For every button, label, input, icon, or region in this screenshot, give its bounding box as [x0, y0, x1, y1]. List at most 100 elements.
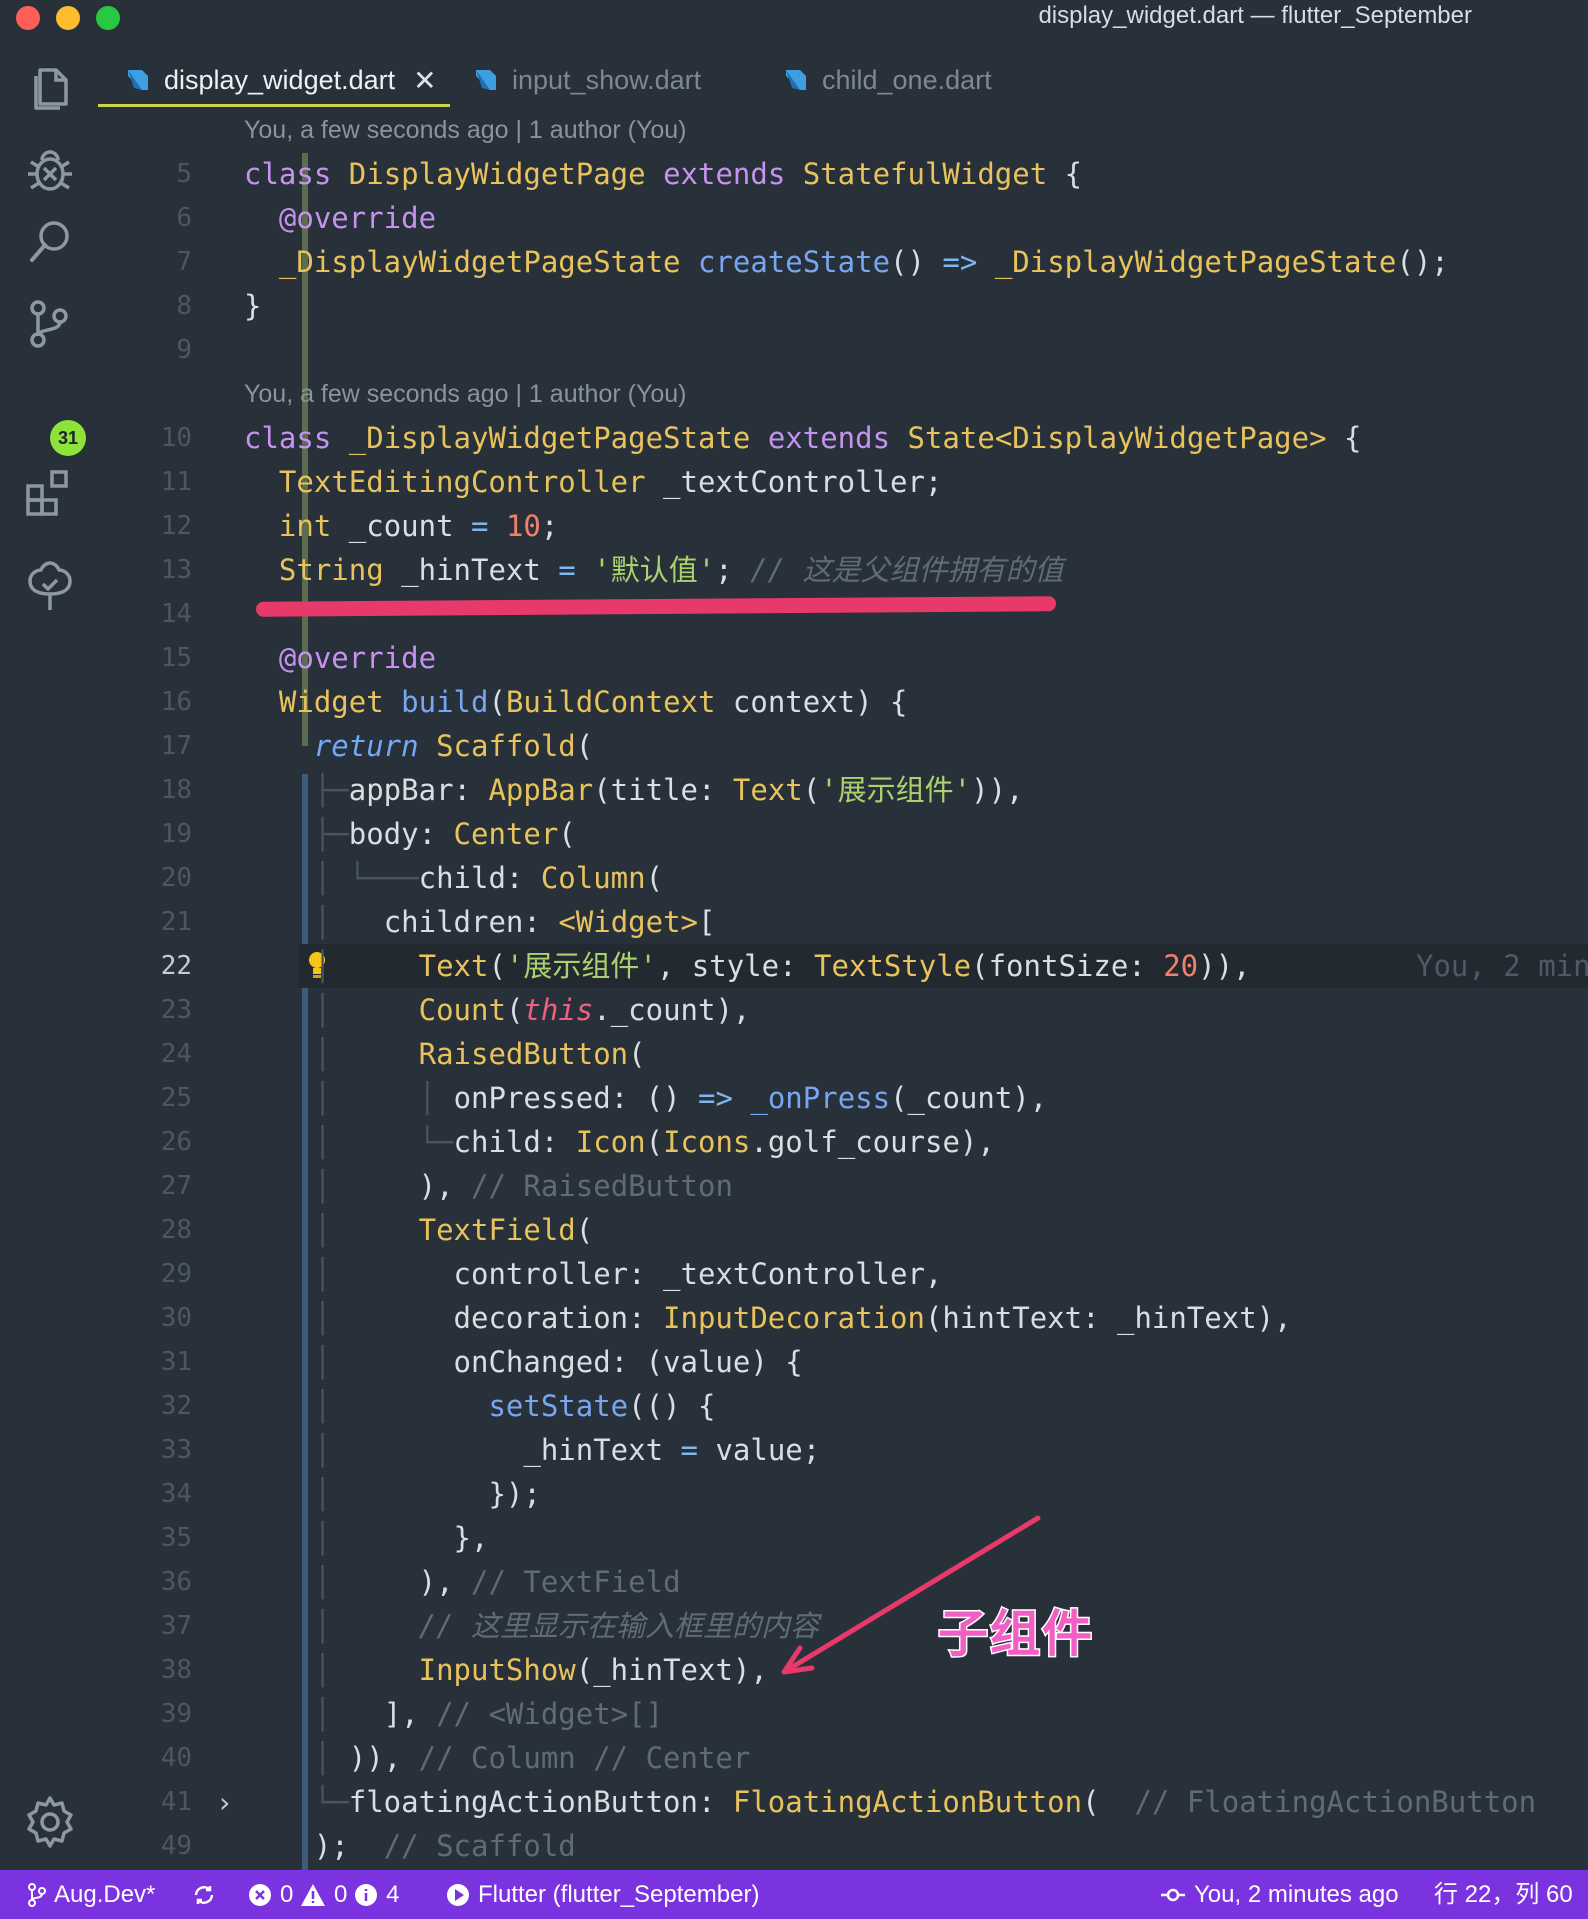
error-icon [249, 1883, 271, 1906]
dart-file-icon [128, 70, 148, 90]
code-line: 17 return Scaffold( [98, 724, 1588, 768]
codelens-blame[interactable]: You, a few seconds ago | 1 author (You) [244, 380, 686, 409]
token: │ [313, 1037, 332, 1071]
token: return [313, 729, 419, 763]
tab-display-widget[interactable]: display_widget.dart ✕ [124, 54, 437, 106]
token: │ [313, 1257, 332, 1291]
title-bar: display_widget.dart — flutter_September [0, 0, 1588, 34]
git-blame-status[interactable]: You, 2 minutes ago [1160, 1870, 1399, 1919]
token: _DisplayWidgetPageState [278, 245, 681, 279]
line-number: 36 [160, 1567, 192, 1597]
token: ; [715, 553, 751, 587]
tab-input-show[interactable]: input_show.dart [472, 54, 701, 106]
token: _onPress [750, 1081, 891, 1115]
code-line: 31 │ onChanged: (value) { [98, 1340, 1588, 1384]
settings-gear-icon[interactable] [22, 1794, 78, 1850]
token: class [244, 157, 332, 191]
token: ( [558, 817, 576, 851]
sync-icon [194, 1885, 214, 1904]
code-line: 7 _DisplayWidgetPageState createState() … [98, 240, 1588, 284]
code-line: 27 │ ), // RaisedButton [98, 1164, 1588, 1208]
warning-icon [301, 1883, 326, 1906]
cursor-position[interactable]: 行 22，列 60 [1434, 1870, 1573, 1919]
branch-indicator[interactable]: Aug.Dev* [28, 1870, 155, 1919]
fold-chevron-right-icon[interactable]: › [216, 1786, 233, 1819]
token: │ [313, 1697, 332, 1731]
line-number: 26 [160, 1127, 192, 1157]
minimize-window-button[interactable] [56, 6, 80, 30]
info-icon [355, 1883, 378, 1906]
debug-icon[interactable] [22, 142, 78, 198]
line-number: 49 [160, 1831, 192, 1861]
git-branch-icon [28, 1882, 46, 1907]
code-line: 32 │ setState(() { [98, 1384, 1588, 1428]
token: FloatingActionButton [732, 1785, 1083, 1819]
line-number: 7 [176, 247, 192, 277]
token: ( [628, 1037, 646, 1071]
maximize-window-button[interactable] [96, 6, 120, 30]
code-line: 19 ├─body: Center( [98, 812, 1588, 856]
flutter-device-selector[interactable]: Flutter (flutter_September) [446, 1870, 759, 1919]
close-tab-icon[interactable]: ✕ [413, 64, 436, 97]
code-line: 16 Widget build(BuildContext context) { [98, 680, 1588, 724]
line-number: 22 [160, 951, 192, 981]
close-window-button[interactable] [16, 6, 40, 30]
token: _hinText [383, 553, 559, 587]
token: )), [971, 773, 1024, 807]
problems-indicator[interactable]: 0 0 4 [248, 1870, 399, 1919]
token: () [890, 245, 943, 279]
tab-label: input_show.dart [512, 64, 702, 95]
token: floatingActionButton: [348, 1785, 733, 1819]
token: Icons [663, 1125, 751, 1159]
line-number: 19 [160, 819, 192, 849]
line-number: 35 [160, 1523, 192, 1553]
source-control-badge: 31 [50, 420, 86, 456]
tab-child-one[interactable]: child_one.dart [782, 54, 992, 106]
token: ), [418, 1169, 472, 1203]
codelens-blame[interactable]: You, a few seconds ago | 1 author (You) [244, 116, 686, 145]
sync-button[interactable] [192, 1870, 224, 1919]
token: │ [313, 1169, 332, 1203]
token: │ [313, 1741, 332, 1775]
warning-count: 0 [334, 1881, 348, 1908]
token: int [278, 509, 332, 543]
code-line: 26 │ └─child: Icon(Icons.golf_course), [98, 1120, 1588, 1164]
token: Text [418, 949, 489, 983]
token: InputShow [418, 1653, 576, 1687]
code-line: 29 │ controller: _textController, [98, 1252, 1588, 1296]
token: DisplayWidgetPage [348, 157, 646, 191]
code-line: 24 │ RaisedButton( [98, 1032, 1588, 1076]
line-number: 14 [160, 599, 192, 629]
explorer-icon[interactable] [22, 60, 78, 116]
token: ], [383, 1697, 437, 1731]
token: Text [732, 773, 803, 807]
token: { [1344, 421, 1362, 455]
token: Center [453, 817, 559, 851]
line-number: 34 [160, 1479, 192, 1509]
token: (_hinText), [575, 1653, 768, 1687]
extensions-icon[interactable] [22, 464, 78, 520]
code-line: 21 │ children: <Widget>[ [98, 900, 1588, 944]
dart-file-icon [476, 70, 496, 90]
source-control-icon[interactable] [22, 296, 78, 352]
search-icon[interactable] [22, 214, 78, 270]
code-line: 9 [98, 328, 1588, 372]
token: └─ [418, 1125, 454, 1159]
token: appBar: [348, 773, 489, 807]
token: AppBar [488, 773, 594, 807]
line-number: 21 [160, 907, 192, 937]
code-line: 39 │ ], // <Widget>[] [98, 1692, 1588, 1736]
token: }); [488, 1477, 541, 1511]
token: │ [313, 1653, 332, 1687]
token: extends [663, 157, 786, 191]
test-tree-icon[interactable] [22, 558, 78, 614]
token: │ [313, 1125, 332, 1159]
branch-name: Aug.Dev* [54, 1881, 156, 1908]
line-number: 30 [160, 1303, 192, 1333]
token: String [278, 553, 384, 587]
line-number: 32 [160, 1391, 192, 1421]
token: // Scaffold [383, 1829, 576, 1863]
token: extends [767, 421, 891, 455]
line-number: 6 [176, 203, 192, 233]
